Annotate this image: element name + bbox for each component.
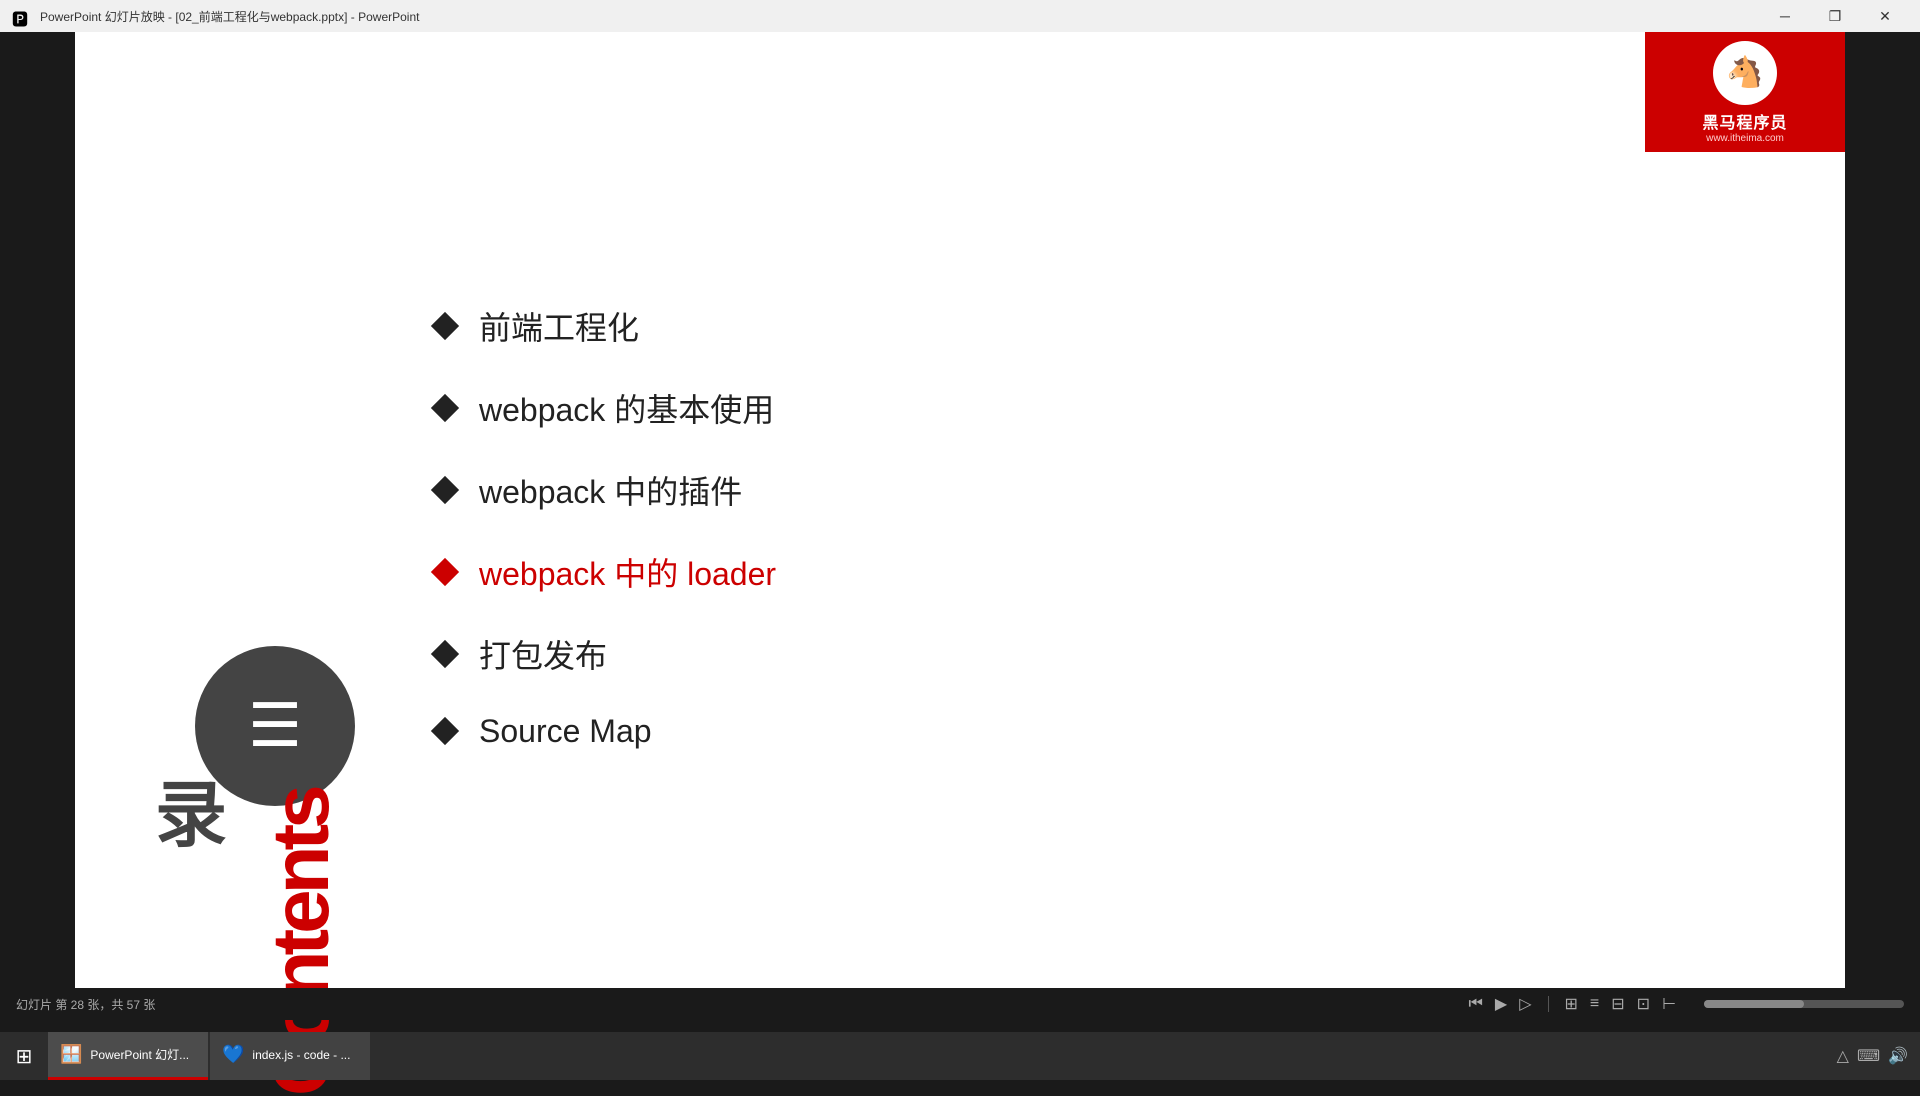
play-from-current-icon[interactable]: ▷ [1519,994,1531,1014]
menu-label-2: webpack 中的插件 [479,467,742,513]
menu-item-0: 前端工程化 [435,303,1745,349]
menu-label-1: webpack 的基本使用 [479,385,774,431]
keyboard-icon[interactable]: ⌨ [1857,1046,1880,1066]
slide-content: 🐴 黑马程序员 www.itheima.com ☰ 录 Contents 前端工… [75,32,1845,1020]
volume-icon[interactable]: 🔊 [1888,1046,1908,1066]
taskbar: ⊞ 🪟 PowerPoint 幻灯... 💙 index.js - code - ..… [0,1032,1920,1080]
logo-brand: 黑马程序员 [1702,109,1787,133]
menu-item-4: 打包发布 [435,631,1745,677]
play-from-start-icon[interactable]: ⏮ [1468,995,1482,1013]
app-icon: 🅿 [12,6,32,26]
taskbar-app-1[interactable]: 💙 index.js - code - ... [210,1032,370,1080]
menu-label-4: 打包发布 [479,631,607,677]
taskbar-app-icon-0: 🪟 [60,1044,82,1065]
right-section: 前端工程化 webpack 的基本使用 webpack 中的插件 webpack 中的… [355,285,1845,768]
menu-label-5: Source Map [479,713,652,750]
menu-diamond-2 [431,475,459,503]
menu-item-1: webpack 的基本使用 [435,385,1745,431]
notes-view-icon[interactable]: ⊡ [1637,994,1650,1014]
menu-item-2: webpack 中的插件 [435,467,1745,513]
slide-count: 幻灯片 第 28 张，共 57 张 [16,996,155,1013]
logo-box: 🐴 黑马程序员 www.itheima.com [1645,32,1845,152]
taskbar-app-icon-1: 💙 [222,1044,244,1065]
taskbar-app-label-0: PowerPoint 幻灯... [90,1046,189,1063]
slide-view-icon[interactable]: ⊞ [1565,994,1578,1014]
menu-diamond-5 [431,717,459,745]
outline-view-icon[interactable]: ≡ [1590,995,1599,1013]
grid-view-icon[interactable]: ⊟ [1611,994,1624,1014]
close-button[interactable]: ✕ [1862,0,1908,32]
taskbar-app-label-1: index.js - code - ... [252,1048,350,1062]
reading-view-icon[interactable]: ⊢ [1662,994,1676,1014]
menu-diamond-1 [431,393,459,421]
maximize-button[interactable]: ❐ [1812,0,1858,32]
minimize-button[interactable]: ─ [1762,0,1808,32]
logo-inner: 🐴 [1713,41,1777,105]
play-icon[interactable]: ▶ [1495,994,1507,1014]
menu-item-5: Source Map [435,713,1745,750]
separator [1548,996,1549,1012]
menu-item-3: webpack 中的 loader [435,549,1745,595]
menu-label-3: webpack 中的 loader [479,549,776,595]
logo-horse-icon: 🐴 [1726,55,1763,90]
title-bar: 🅿 PowerPoint 幻灯片放映 - [02_前端工程化与webpack.p… [0,0,1920,32]
menu-diamond-4 [431,639,459,667]
title-bar-text: PowerPoint 幻灯片放映 - [02_前端工程化与webpack.ppt… [40,8,1762,25]
menu-diamond-3 [431,557,459,585]
taskbar-apps: 🪟 PowerPoint 幻灯... 💙 index.js - code - ... [48,1032,370,1080]
slide-area: 🐴 黑马程序员 www.itheima.com ☰ 录 Contents 前端工… [75,32,1845,1020]
show-hidden-icon[interactable]: △ [1837,1046,1849,1066]
contents-vertical-text: Contents [255,656,347,1096]
windows-icon: ⊞ [16,1044,33,1069]
taskbar-app-0[interactable]: 🪟 PowerPoint 幻灯... [48,1032,208,1080]
chinese-char: 录 [155,756,227,861]
bottom-controls-bar: 幻灯片 第 28 张，共 57 张 ⏮ ▶ ▷ ⊞ ≡ ⊟ ⊡ ⊢ [0,988,1920,1020]
menu-label-0: 前端工程化 [479,303,639,349]
taskbar-right: △ ⌨ 🔊 [1837,1046,1920,1066]
menu-diamond-0 [431,311,459,339]
start-button[interactable]: ⊞ [0,1032,48,1080]
window-controls[interactable]: ─ ❐ ✕ [1762,0,1908,32]
logo-url: www.itheima.com [1706,133,1784,144]
